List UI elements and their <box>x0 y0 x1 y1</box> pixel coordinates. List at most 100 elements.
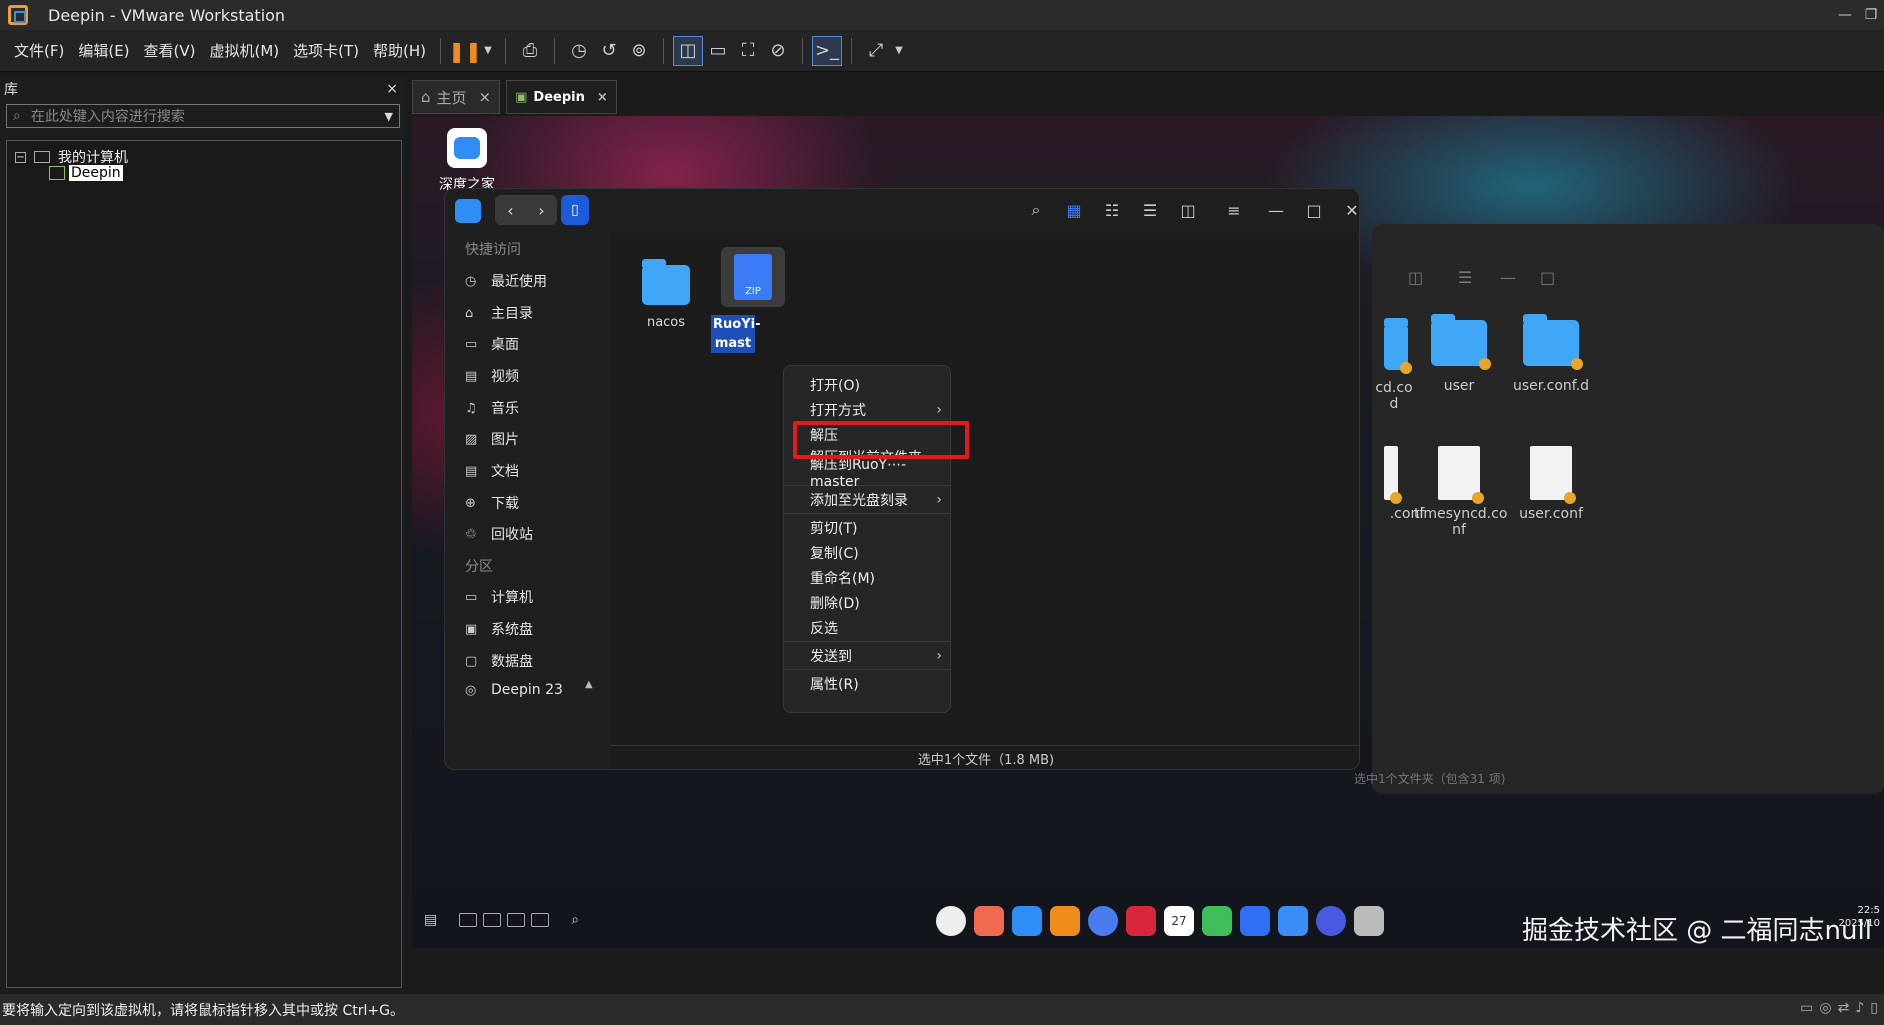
chevron-down-icon[interactable]: ▼ <box>480 36 496 66</box>
menu-item-send-to[interactable]: 发送到 › <box>784 643 950 668</box>
menu-item-copy[interactable]: 复制(C) <box>784 540 950 565</box>
sidebar-item-pictures[interactable]: ▨ 图片 <box>465 429 519 449</box>
maximize-icon[interactable]: □ <box>1295 201 1333 220</box>
notes-icon[interactable]: ▤ <box>424 912 437 928</box>
music-icon[interactable] <box>1202 906 1232 936</box>
close-icon[interactable]: × <box>597 90 608 105</box>
settings-icon[interactable] <box>1316 906 1346 936</box>
restore-button[interactable]: ❐ <box>1858 0 1884 30</box>
menu-view[interactable]: 查看(V) <box>144 40 196 61</box>
detail-pane-icon[interactable]: ◫ <box>1169 201 1207 220</box>
chevron-down-icon[interactable]: ▼ <box>385 110 393 123</box>
sidebar-item-home[interactable]: ⌂ 主目录 <box>465 303 533 323</box>
pause-icon[interactable]: ❚❚ <box>448 36 482 66</box>
send-keys-icon[interactable]: ⎙ <box>515 36 545 66</box>
full-screen-icon[interactable]: ⛶ <box>733 36 763 66</box>
search-icon[interactable]: ⌕ <box>1017 200 1055 220</box>
workspace-2-icon[interactable] <box>483 913 502 927</box>
list-view-icon[interactable]: ☷ <box>1093 201 1131 220</box>
tree-item-my-computer[interactable]: − 我的计算机 <box>15 147 128 167</box>
sidebar-item-documents[interactable]: ▤ 文档 <box>465 461 519 481</box>
terminal-icon[interactable] <box>1126 906 1156 936</box>
collapse-toggle[interactable]: − <box>15 151 26 163</box>
file-item-nacos[interactable]: nacos <box>633 259 699 330</box>
package-icon[interactable] <box>1050 906 1080 936</box>
snapshot-manager-icon[interactable]: ⊚ <box>624 36 654 66</box>
sidebar-toggle-icon[interactable]: ◫ <box>1408 268 1423 287</box>
search-icon[interactable]: ⌕ <box>571 912 579 928</box>
background-file-manager[interactable]: ◫ ☰ — □ cd.co d user user.conf.d .conf ti… <box>1354 224 1884 794</box>
menu-file[interactable]: 文件(F) <box>14 40 64 61</box>
workspace-4-icon[interactable] <box>531 913 550 927</box>
library-close-button[interactable]: × <box>386 81 398 97</box>
tree-item-deepin[interactable]: Deepin <box>49 165 123 181</box>
sidebar-item-recent[interactable]: ◷ 最近使用 <box>465 271 547 291</box>
icon-view-icon[interactable]: ▦ <box>1055 201 1093 220</box>
library-search-input[interactable]: ⌕ 在此处键入内容进行搜索 ▼ <box>6 104 400 128</box>
chevron-down-icon[interactable]: ▼ <box>891 36 907 66</box>
display-icon[interactable]: ▯ <box>1870 1000 1878 1016</box>
sidebar-item-system-disk[interactable]: ▣ 系统盘 <box>465 619 533 639</box>
revert-snapshot-icon[interactable]: ↺ <box>594 36 624 66</box>
sidebar-item-deepin23[interactable]: ◎ Deepin 23 <box>465 682 563 698</box>
sidebar-item-videos[interactable]: ▤ 视频 <box>465 366 519 386</box>
file-item[interactable]: timesyncd.co nf <box>1414 446 1507 538</box>
menu-vm[interactable]: 虚拟机(M) <box>210 40 280 61</box>
menu-icon[interactable]: ☰ <box>1458 268 1472 287</box>
app-store-icon[interactable] <box>974 906 1004 936</box>
menu-item-rename[interactable]: 重命名(M) <box>784 565 950 590</box>
sidebar-item-downloads[interactable]: ⊕ 下载 <box>465 493 519 513</box>
file-item-ruoyi-zip[interactable]: ZIP <box>721 247 785 307</box>
sidebar-item-data-disk[interactable]: ▢ 数据盘 <box>465 651 533 671</box>
sidebar-item-computer[interactable]: ▭ 计算机 <box>465 587 533 607</box>
console-view-icon[interactable]: >_ <box>812 35 843 66</box>
back-button[interactable]: ‹ <box>507 201 513 220</box>
cd-icon[interactable]: ◎ <box>1819 1000 1831 1016</box>
workspace-1-icon[interactable] <box>459 913 478 927</box>
sidebar-item-desktop[interactable]: ▭ 桌面 <box>465 334 519 354</box>
trash-icon[interactable] <box>1354 906 1384 936</box>
drive-breadcrumb-button[interactable]: ▯ <box>561 195 589 225</box>
minimize-icon[interactable]: — <box>1257 201 1295 220</box>
browser-icon[interactable] <box>1088 906 1118 936</box>
unity-icon[interactable]: ⊘ <box>763 36 793 66</box>
menu-item-open[interactable]: 打开(O) <box>784 372 950 397</box>
menu-item-extract-to[interactable]: 解压到RuoY⋯-master <box>784 457 950 490</box>
menu-item-burn[interactable]: 添加至光盘刻录 › <box>784 487 950 512</box>
sidebar-item-trash[interactable]: ♲ 回收站 <box>465 524 533 544</box>
file-manager-icon[interactable] <box>1012 906 1042 936</box>
menu-item-cut[interactable]: 剪切(T) <box>784 515 950 540</box>
menu-item-invert-selection[interactable]: 反选 <box>784 615 950 640</box>
menu-item-properties[interactable]: 属性(R) <box>784 671 950 696</box>
vm-screen[interactable]: 深度之家 ◫ ☰ — □ cd.co d user user.conf.d .co… <box>412 116 1884 948</box>
close-icon[interactable]: × <box>479 88 492 106</box>
eject-icon[interactable]: ▲ <box>585 679 593 690</box>
file-item[interactable]: user <box>1414 314 1504 394</box>
maximize-icon[interactable]: □ <box>1540 268 1555 287</box>
network-icon[interactable]: ⇄ <box>1838 1000 1850 1016</box>
tab-deepin[interactable]: ▣ Deepin × <box>506 80 617 114</box>
close-icon[interactable]: ✕ <box>1333 201 1359 220</box>
desktop-icon-deepin-home[interactable]: 深度之家 <box>434 128 500 194</box>
workspace-3-icon[interactable] <box>507 913 526 927</box>
show-library-icon[interactable]: ◫ <box>673 35 704 66</box>
sidebar-item-music[interactable]: ♫ 音乐 <box>465 398 519 418</box>
calendar-icon[interactable]: 27 <box>1164 906 1194 936</box>
tab-home[interactable]: ⌂ 主页 × <box>412 80 501 114</box>
hard-disk-icon[interactable]: ▭ <box>1800 1000 1813 1016</box>
file-item[interactable]: user.conf <box>1506 446 1596 522</box>
menu-help[interactable]: 帮助(H) <box>373 40 426 61</box>
sound-icon[interactable]: ♪ <box>1855 1000 1864 1016</box>
control-center-icon[interactable] <box>1278 906 1308 936</box>
menu-edit[interactable]: 编辑(E) <box>78 40 129 61</box>
menu-item-open-with[interactable]: 打开方式 › <box>784 397 950 422</box>
minimize-button[interactable]: — <box>1832 0 1858 30</box>
menu-icon[interactable]: ≡ <box>1215 201 1253 220</box>
menu-tabs[interactable]: 选项卡(T) <box>293 40 359 61</box>
forward-button[interactable]: › <box>538 201 544 220</box>
thumbnail-bar-icon[interactable]: ▭ <box>703 36 733 66</box>
menu-item-delete[interactable]: 删除(D) <box>784 590 950 615</box>
manual-icon[interactable] <box>1240 906 1270 936</box>
snapshot-icon[interactable]: ◷ <box>564 36 594 66</box>
launcher-icon[interactable] <box>936 906 966 936</box>
